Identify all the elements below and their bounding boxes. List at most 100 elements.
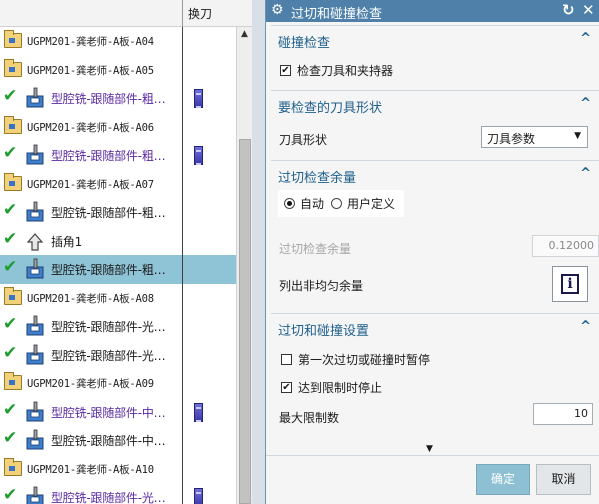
user-defined-radio[interactable] xyxy=(331,198,342,209)
operation-row[interactable]: ✔ 型腔铣-跟随部件-粗… xyxy=(0,198,236,227)
tool-shape-label: 刀具形状 xyxy=(279,133,328,147)
program-folder-icon xyxy=(4,372,22,390)
complete-check-icon: ✔ xyxy=(3,200,18,220)
dialog-titlebar: ⚙ 过切和碰撞检查 ↻ ✕ xyxy=(266,0,599,22)
cancel-button[interactable]: 取消 xyxy=(536,464,591,495)
program-group-row[interactable]: UGPM201-龚老师-A板-A07 xyxy=(0,170,236,199)
scroll-up-arrow-icon[interactable]: ▲ xyxy=(237,27,252,42)
dialog-title: 过切和碰撞检查 xyxy=(291,7,383,22)
stop-at-limit-label: 达到限制时停止 xyxy=(298,381,383,395)
operation-row[interactable]: ✔ 型腔铣-跟随部件-粗… xyxy=(0,255,236,284)
complete-check-icon: ✔ xyxy=(3,228,18,249)
max-limit-input[interactable]: 10 xyxy=(533,403,593,425)
program-folder-icon xyxy=(4,172,22,191)
gear-icon: ⚙ xyxy=(271,2,284,18)
program-folder-icon xyxy=(4,286,22,305)
program-group-row[interactable]: UGPM201-龚老师-A板-A06 xyxy=(0,113,236,142)
row-name: UGPM201-龚老师-A板-A09 xyxy=(27,378,154,390)
complete-check-icon: ✔ xyxy=(3,86,18,106)
section-title: 碰撞检查 xyxy=(278,36,331,51)
operation-row[interactable]: ✔ 型腔铣-跟随部件-粗… xyxy=(0,84,236,113)
check-tool-holder-checkbox[interactable]: ✔ xyxy=(280,65,291,76)
complete-check-icon: ✔ xyxy=(3,257,18,277)
section-tool-shape: 要检查的刀具形状 ^ 刀具形状 刀具参数 ▼ xyxy=(271,90,599,159)
program-group-row[interactable]: UGPM201-龚老师-A板-A05 xyxy=(0,56,236,85)
operation-row[interactable]: ✔ 型腔铣-跟随部件-中… xyxy=(0,426,236,455)
ok-button[interactable]: 确定 xyxy=(476,464,530,495)
cavity-mill-op-icon xyxy=(26,258,44,279)
section-collision-check: 碰撞检查 ^ ✔ 检查刀具和夹持器 xyxy=(271,25,599,89)
column-divider xyxy=(182,27,183,504)
list-nonuniform-stock-button[interactable]: i xyxy=(552,266,588,302)
section-header[interactable]: 碰撞检查 ^ xyxy=(271,26,599,54)
section-header[interactable]: 要检查的刀具形状 ^ xyxy=(271,91,599,119)
row-name: 插角1 xyxy=(51,234,83,249)
cavity-mill-op-icon xyxy=(26,344,44,364)
chevron-up-icon[interactable]: ^ xyxy=(580,96,591,111)
row-name: 型腔铣-跟随部件-粗… xyxy=(51,206,166,220)
cavity-mill-op-icon xyxy=(26,315,44,336)
operation-row[interactable]: ✔ 型腔铣-跟随部件-光… xyxy=(0,312,236,341)
program-group-row[interactable]: UGPM201-龚老师-A板-A09 xyxy=(0,369,236,398)
gouge-stock-label: 过切检查余量 xyxy=(279,242,352,256)
row-name: 型腔铣-跟随部件-粗… xyxy=(51,263,166,277)
complete-check-icon: ✔ xyxy=(3,399,18,420)
tool-shape-dropdown[interactable]: 刀具参数 ▼ xyxy=(481,126,588,148)
section-header[interactable]: 过切检查余量 ^ xyxy=(271,161,599,189)
max-limit-label: 最大限制数 xyxy=(279,411,340,425)
pause-on-first-gouge-checkbox[interactable] xyxy=(281,354,292,365)
stop-at-limit-checkbox[interactable]: ✔ xyxy=(281,382,292,393)
row-name: UGPM201-龚老师-A板-A05 xyxy=(27,64,154,77)
row-name: 型腔铣-跟随部件-中… xyxy=(51,434,166,448)
complete-check-icon: ✔ xyxy=(3,314,18,334)
dropdown-arrow-icon: ▼ xyxy=(574,131,581,141)
cavity-mill-op-icon xyxy=(26,144,44,165)
operation-row[interactable]: ✔ 型腔铣-跟随部件-光… xyxy=(0,341,236,370)
operation-row[interactable]: ✔ 型腔铣-跟随部件-光… xyxy=(0,483,236,504)
program-folder-icon xyxy=(4,457,22,476)
dialog-footer: 确定 取消 xyxy=(266,455,599,504)
cavity-mill-op-icon xyxy=(26,429,44,450)
expand-more-icon[interactable]: ▼ xyxy=(426,444,433,454)
operation-row[interactable]: ✔ 型腔铣-跟随部件-粗… xyxy=(0,141,236,170)
column-header-tool-change[interactable]: 换刀 xyxy=(188,5,212,22)
gouge-stock-input: 0.12000 xyxy=(532,235,599,257)
program-folder-icon xyxy=(4,30,22,48)
navigator-rows: UGPM201-龚老师-A板-A04 UGPM201-龚老师-A板-A05 ✔ 型腔铣… xyxy=(0,27,236,504)
row-name: UGPM201-龚老师-A板-A07 xyxy=(27,178,154,191)
auto-radio[interactable] xyxy=(284,198,295,209)
close-icon[interactable]: ✕ xyxy=(582,1,595,19)
scroll-thumb[interactable] xyxy=(239,139,251,504)
navigator-scrollbar[interactable]: ▲ xyxy=(236,27,252,504)
cavity-mill-op-icon xyxy=(26,486,44,504)
stock-mode-radio-group: 自动 用户定义 xyxy=(278,190,404,217)
chevron-up-icon[interactable]: ^ xyxy=(580,31,591,46)
row-name: 型腔铣-跟随部件-粗… xyxy=(51,149,166,163)
chamfer-op-icon xyxy=(26,232,44,251)
row-name: 型腔铣-跟随部件-粗… xyxy=(51,92,166,106)
chevron-up-icon[interactable]: ^ xyxy=(580,166,591,181)
reset-icon[interactable]: ↻ xyxy=(562,1,575,19)
program-group-row[interactable]: UGPM201-龚老师-A板-A08 xyxy=(0,284,236,313)
row-name: 型腔铣-跟随部件-光… xyxy=(51,491,166,504)
row-name: UGPM201-龚老师-A板-A10 xyxy=(27,463,154,476)
section-header[interactable]: 过切和碰撞设置 ^ xyxy=(271,314,599,342)
program-folder-icon xyxy=(4,58,22,77)
complete-check-icon: ✔ xyxy=(3,485,18,504)
tool-change-icon xyxy=(194,89,203,108)
cavity-mill-op-icon xyxy=(26,201,44,222)
section-title: 要检查的刀具形状 xyxy=(278,101,383,116)
operation-row[interactable]: ✔ 插角1 xyxy=(0,227,236,256)
operation-row[interactable]: ✔ 型腔铣-跟随部件-中… xyxy=(0,398,236,427)
section-gouge-check-stock: 过切检查余量 ^ 自动 用户定义 过切检查余量 0.12000 列出非均匀余量 … xyxy=(271,160,599,311)
row-name: 型腔铣-跟随部件-光… xyxy=(51,348,166,363)
program-group-row[interactable]: UGPM201-龚老师-A板-A04 xyxy=(0,27,236,56)
chevron-up-icon[interactable]: ^ xyxy=(580,319,591,334)
program-group-row[interactable]: UGPM201-龚老师-A板-A10 xyxy=(0,455,236,484)
row-name: 型腔铣-跟随部件-中… xyxy=(51,405,166,420)
complete-check-icon: ✔ xyxy=(3,428,18,448)
navigator-header: 换刀 xyxy=(0,0,252,27)
operation-navigator: 换刀 UGPM201-龚老师-A板-A04 UGPM201-龚老师-A板-A05 ✔… xyxy=(0,0,252,504)
list-nonuniform-stock-label: 列出非均匀余量 xyxy=(279,279,364,293)
gouge-collision-check-dialog: ⚙ 过切和碰撞检查 ↻ ✕ 碰撞检查 ^ ✔ 检查刀具和夹持器 要检查的刀具形状… xyxy=(265,0,599,504)
